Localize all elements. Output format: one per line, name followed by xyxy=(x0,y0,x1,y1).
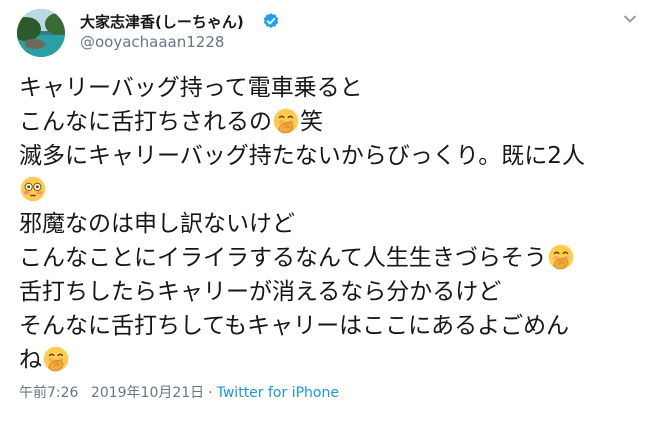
hand-over-mouth-emoji-icon xyxy=(273,108,299,134)
tweet-line: 舌打ちしたらキャリーが消えるなら分かるけど xyxy=(19,275,639,309)
tweet-source-link[interactable]: Twitter for iPhone xyxy=(217,385,339,401)
tweet-line-text: キャリーバッグ持って電車乗ると xyxy=(19,75,363,101)
tweet-line-text: そんなに舌打ちしてもキャリーはここにあるよごめん xyxy=(19,313,570,339)
tweet-line: こんなことにイライラするなんて人生生きづらそう xyxy=(19,241,639,275)
tweet-line: ね xyxy=(19,343,639,377)
user-handle[interactable]: @ooyachaaan1228 xyxy=(80,33,224,51)
flushed-face-emoji-icon xyxy=(20,176,46,202)
tweet-header: 大家志津香(しーちゃん) @ooyachaaan1228 xyxy=(0,0,650,64)
tweet-text: キャリーバッグ持って電車乗ると こんなに舌打ちされるの 笑滅多にキャリーバッグ持たな… xyxy=(19,71,639,377)
avatar[interactable] xyxy=(17,9,65,57)
tweet-line-text: 邪魔なのは申し訳ないけど xyxy=(19,211,295,237)
meta-separator: · xyxy=(208,385,213,401)
tweet-line: こんなに舌打ちされるの 笑 xyxy=(19,105,639,139)
chevron-down-icon[interactable] xyxy=(623,12,637,26)
tweet-line-text: 滅多にキャリーバッグ持たないからびっくり。既に2人 xyxy=(19,143,585,169)
tweet-line-text: 舌打ちしたらキャリーが消えるなら分かるけど xyxy=(19,279,502,305)
tweet-line: 滅多にキャリーバッグ持たないからびっくり。既に2人 xyxy=(19,139,639,173)
verified-badge-icon xyxy=(263,13,279,28)
tweet-line-text: ね xyxy=(19,347,42,373)
tweet-line-text: こんなに舌打ちされるの xyxy=(19,109,272,135)
tweet-meta: 午前7:26 2019年10月21日 · Twitter for iPhone xyxy=(19,382,339,402)
tweet-line: 邪魔なのは申し訳ないけど xyxy=(19,207,639,241)
hand-over-mouth-emoji-icon xyxy=(43,346,69,372)
tweet-line: キャリーバッグ持って電車乗ると xyxy=(19,71,639,105)
tweet-time[interactable]: 午前7:26 xyxy=(19,385,78,401)
tweet-line xyxy=(19,173,639,207)
hand-over-mouth-emoji-icon xyxy=(548,244,574,270)
tweet-line-text: 笑 xyxy=(300,109,323,135)
tweet-date[interactable]: 2019年10月21日 xyxy=(91,385,204,401)
tweet-line-text: こんなことにイライラするなんて人生生きづらそう xyxy=(19,245,547,271)
display-name[interactable]: 大家志津香(しーちゃん) xyxy=(80,11,244,32)
tweet-line: そんなに舌打ちしてもキャリーはここにあるよごめん xyxy=(19,309,639,343)
